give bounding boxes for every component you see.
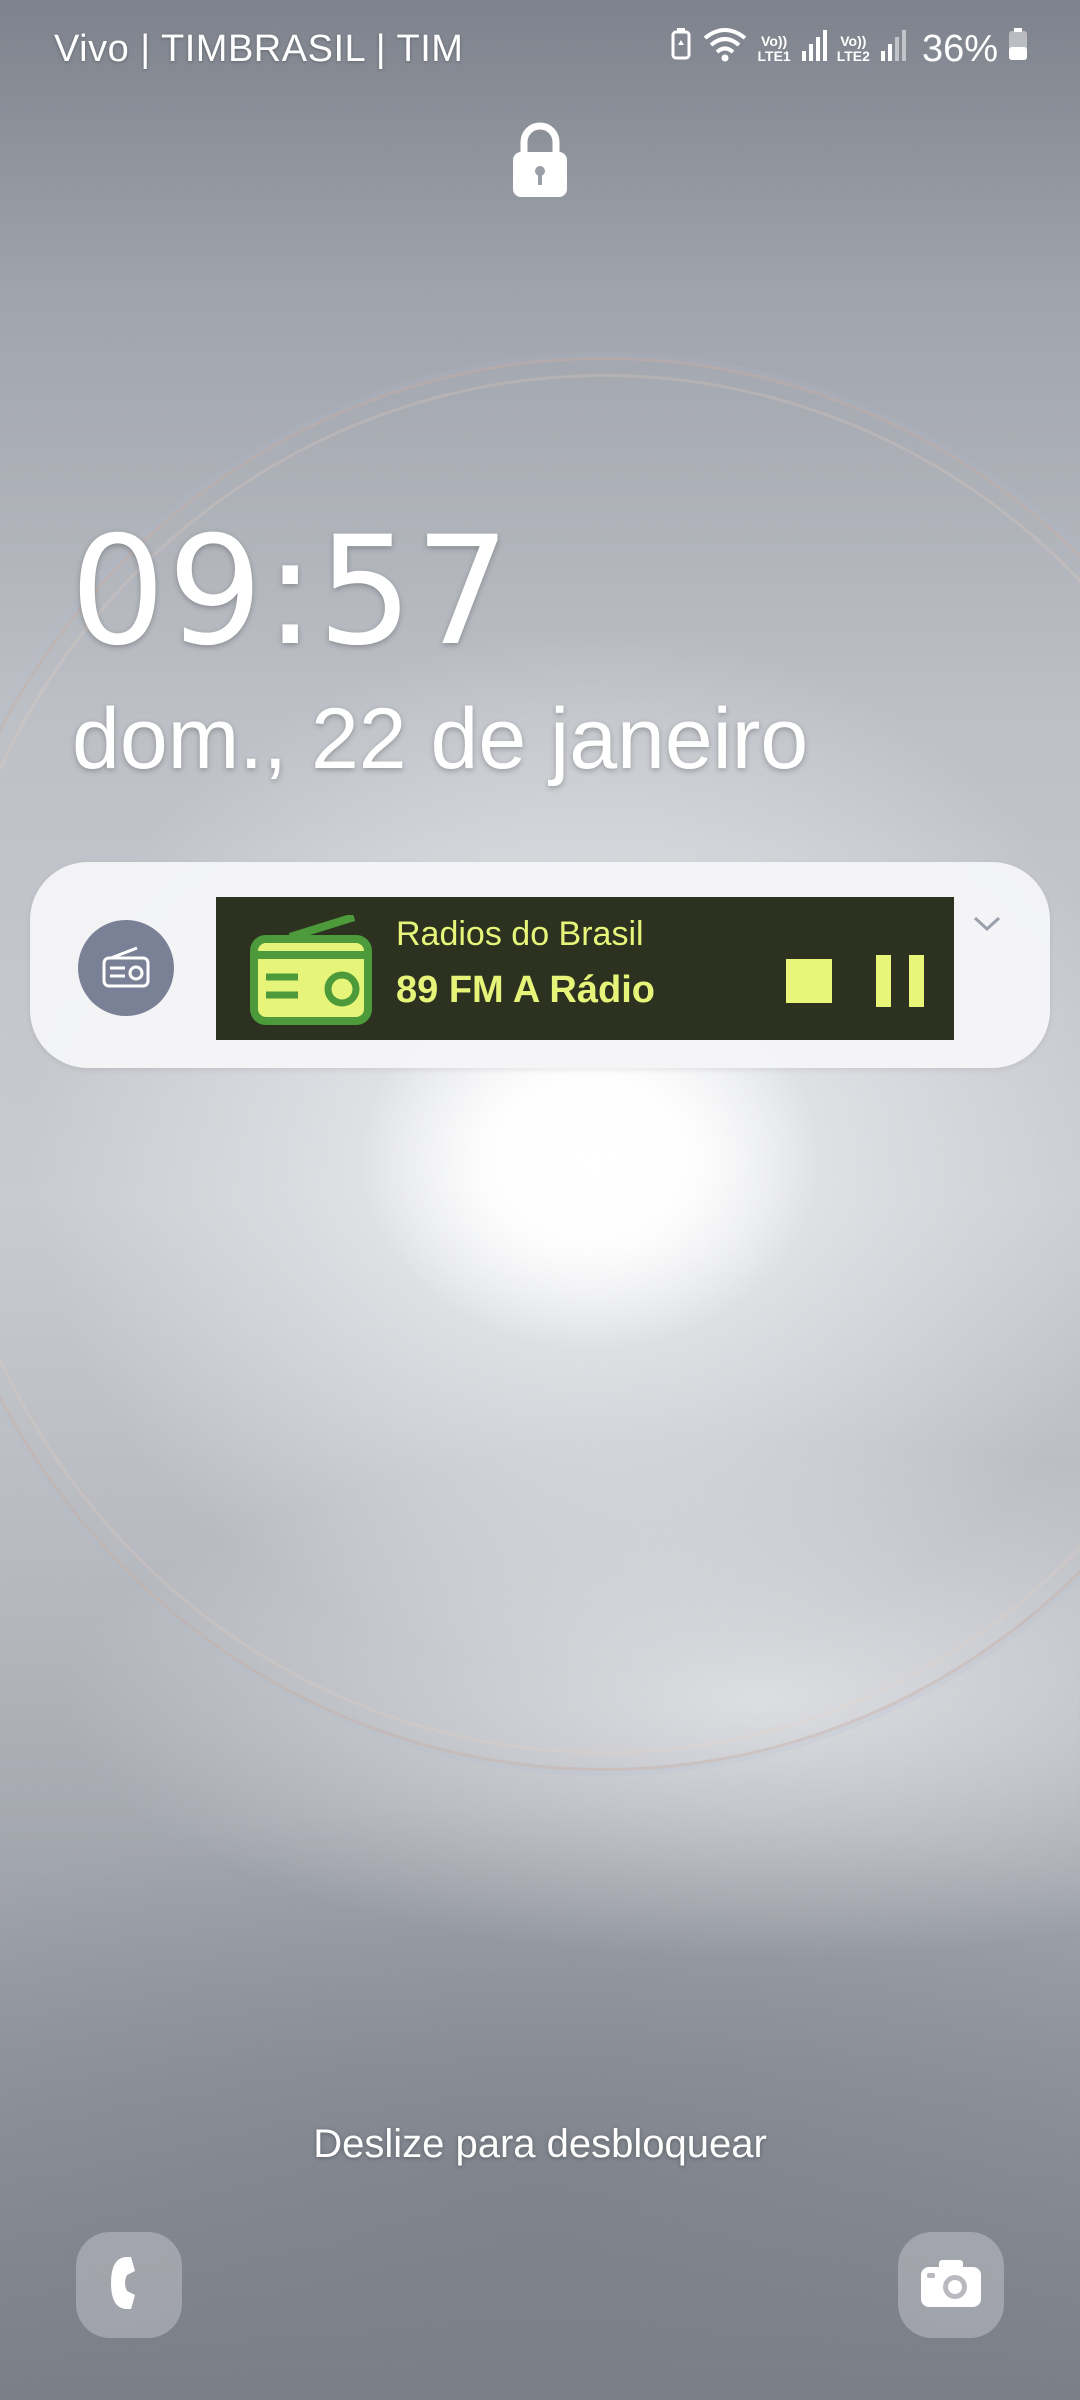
sim2-volte-label: Vo)) LTE2: [836, 33, 870, 64]
phone-icon: [107, 2253, 151, 2318]
status-icons: Vo)) LTE1 Vo)) LTE2 36%: [670, 26, 1028, 72]
media-player-panel[interactable]: Radios do Brasil 89 FM A Rádio: [216, 897, 954, 1040]
lockscreen-date: dom., 22 de janeiro: [72, 691, 809, 787]
status-bar: Vivo | TIMBRASIL | TIM Vo)) LTE1 Vo)) LT…: [0, 0, 1080, 100]
signal-sim1-icon: [801, 28, 827, 71]
notification-app-name: Radios do Brasil: [396, 915, 644, 953]
chevron-down-icon[interactable]: [972, 914, 1002, 934]
radio-app-icon: [250, 913, 372, 1025]
battery-icon: [1008, 27, 1028, 71]
stop-icon[interactable]: [786, 959, 832, 1003]
station-title: 89 FM A Rádio: [396, 969, 655, 1011]
carrier-label: Vivo | TIMBRASIL | TIM: [54, 28, 464, 70]
camera-shortcut-button[interactable]: [898, 2232, 1004, 2338]
swipe-to-unlock-hint: Deslize para desbloquear: [313, 2122, 767, 2166]
wifi-icon: [702, 26, 748, 72]
radio-icon: [78, 920, 174, 1016]
battery-percent: 36%: [921, 27, 998, 70]
lockscreen-clock: 09:57: [70, 505, 513, 679]
phone-shortcut-button[interactable]: [76, 2232, 182, 2338]
signal-sim2-icon: [880, 28, 906, 71]
pause-icon[interactable]: [876, 955, 924, 1007]
sim1-volte-label: Vo)) LTE1: [757, 33, 791, 64]
media-notification[interactable]: Radios do Brasil 89 FM A Rádio: [30, 862, 1050, 1068]
battery-saver-icon: [670, 27, 692, 71]
lock-icon[interactable]: [510, 120, 570, 200]
camera-icon: [919, 2257, 983, 2314]
